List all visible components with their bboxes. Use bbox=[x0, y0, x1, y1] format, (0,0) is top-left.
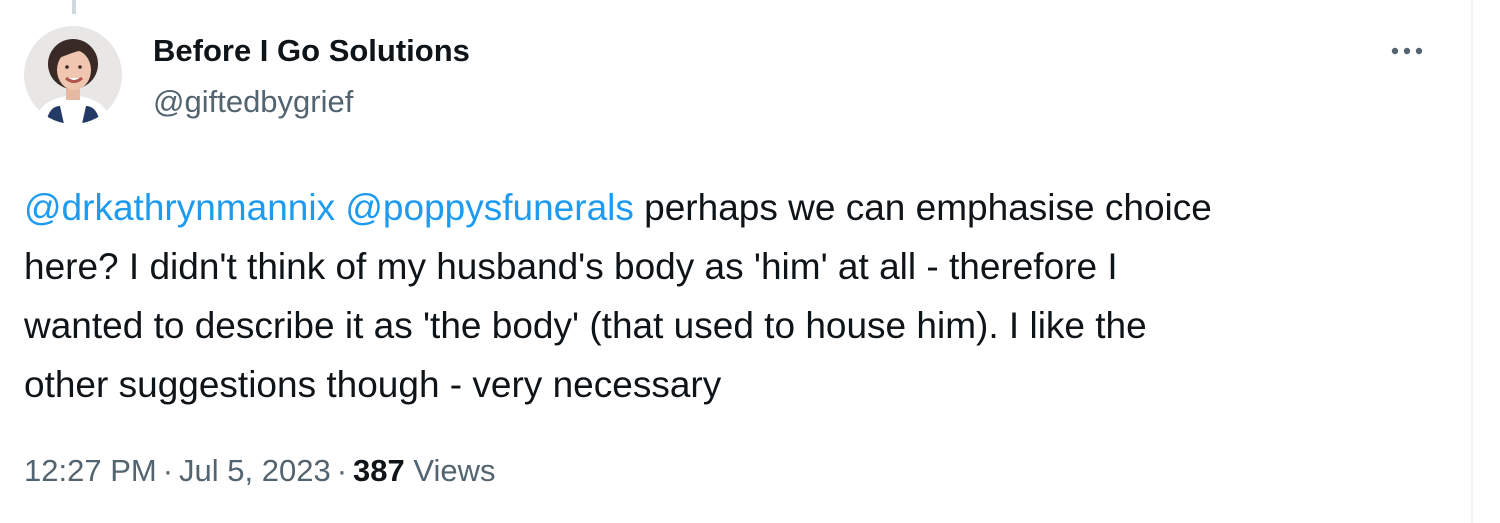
more-horizontal-icon[interactable] bbox=[1386, 36, 1428, 66]
tweet-text-segment: perhaps we can emphasise choice bbox=[633, 187, 1212, 228]
author-handle[interactable]: @giftedbygrief bbox=[153, 82, 353, 122]
tweet-line-4: other suggestions though - very necessar… bbox=[24, 364, 722, 405]
avatar-photo bbox=[24, 26, 122, 124]
meta-separator: · bbox=[336, 453, 348, 488]
avatar[interactable] bbox=[24, 26, 122, 124]
thread-connector-line bbox=[72, 0, 76, 14]
tweet-line-2: here? I didn't think of my husband's bod… bbox=[24, 246, 1118, 287]
views-label[interactable]: Views bbox=[413, 453, 495, 488]
tweet-line-3: wanted to describe it as 'the body' (tha… bbox=[24, 305, 1147, 346]
author-display-name[interactable]: Before I Go Solutions bbox=[153, 31, 470, 71]
mention-link[interactable]: @drkathrynmannix bbox=[24, 187, 335, 228]
tweet-metadata: 12:27 PM · Jul 5, 2023 · 387 Views bbox=[24, 451, 496, 491]
meta-separator: · bbox=[162, 453, 174, 488]
tweet-time[interactable]: 12:27 PM bbox=[24, 453, 157, 488]
views-count[interactable]: 387 bbox=[353, 453, 405, 488]
tweet-text: @drkathrynmannix @poppysfunerals perhaps… bbox=[24, 178, 1444, 414]
tweet-line-1: @drkathrynmannix @poppysfunerals perhaps… bbox=[24, 178, 1444, 237]
column-divider bbox=[1471, 0, 1473, 523]
mention-link[interactable]: @poppysfunerals bbox=[345, 187, 634, 228]
tweet-date[interactable]: Jul 5, 2023 bbox=[179, 453, 331, 488]
